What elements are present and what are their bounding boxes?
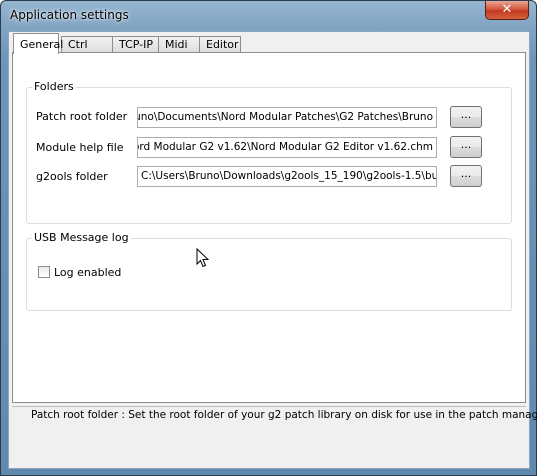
- browse-label: ...: [460, 108, 472, 121]
- browse-label: ...: [460, 138, 472, 151]
- status-help-text: Patch root folder : Set the root folder …: [31, 409, 537, 421]
- title-bar[interactable]: Application settings ✕: [1, 1, 536, 31]
- tab-label: General: [20, 38, 64, 51]
- window-title: Application settings: [10, 8, 129, 22]
- browse-label: ...: [460, 167, 472, 180]
- module-help-file-input[interactable]: via\Nord Modular G2 v1.62\Nord Modular G…: [137, 137, 437, 158]
- patch-root-folder-label: Patch root folder: [36, 110, 128, 123]
- tab-ctrl-midi[interactable]: Ctrl Midi: [61, 36, 113, 64]
- log-enabled-checkbox[interactable]: [38, 266, 50, 278]
- tab-tcp-ip[interactable]: TCP-IP: [112, 36, 159, 53]
- browse-patch-root-button[interactable]: ...: [450, 106, 482, 128]
- dialog-client: General Ctrl Midi TCP-IP Midi Editor Fol…: [8, 31, 537, 469]
- folders-group: Folders Patch root folder s\Bruno\Docume…: [26, 80, 512, 224]
- tab-midi[interactable]: Midi: [158, 36, 200, 53]
- tab-label: Editor: [206, 38, 239, 51]
- status-help-bar: Patch root folder : Set the root folder …: [12, 406, 537, 465]
- g2ools-folder-value: C:\Users\Bruno\Downloads\g2ools_15_190\g…: [141, 170, 437, 182]
- module-help-file-label: Module help file: [36, 141, 124, 154]
- module-help-file-value: via\Nord Modular G2 v1.62\Nord Modular G…: [137, 141, 433, 153]
- tab-label: Midi: [165, 38, 188, 51]
- browse-g2ools-button[interactable]: ...: [450, 165, 482, 187]
- mouse-pointer-icon: [196, 248, 210, 268]
- usb-message-log-label: USB Message log: [32, 231, 131, 244]
- log-enabled-label[interactable]: Log enabled: [54, 266, 121, 279]
- tab-editor[interactable]: Editor: [199, 36, 241, 53]
- patch-root-folder-value: s\Bruno\Documents\Nord Modular Patches\G…: [137, 111, 433, 123]
- usb-message-log-group: USB Message log Log enabled: [26, 231, 512, 311]
- close-button[interactable]: ✕: [485, 1, 529, 20]
- tab-general[interactable]: General: [13, 33, 63, 54]
- patch-root-folder-input[interactable]: s\Bruno\Documents\Nord Modular Patches\G…: [137, 107, 437, 128]
- browse-module-help-button[interactable]: ...: [450, 136, 482, 158]
- tab-label: TCP-IP: [119, 38, 153, 51]
- close-icon: ✕: [501, 2, 513, 17]
- general-tab-panel: Folders Patch root folder s\Bruno\Docume…: [12, 52, 526, 403]
- g2ools-folder-label: g2ools folder: [36, 170, 108, 183]
- application-settings-window: Application settings ✕ General Ctrl Midi…: [0, 0, 537, 476]
- folders-group-label: Folders: [32, 80, 76, 93]
- g2ools-folder-input[interactable]: C:\Users\Bruno\Downloads\g2ools_15_190\g…: [137, 166, 437, 187]
